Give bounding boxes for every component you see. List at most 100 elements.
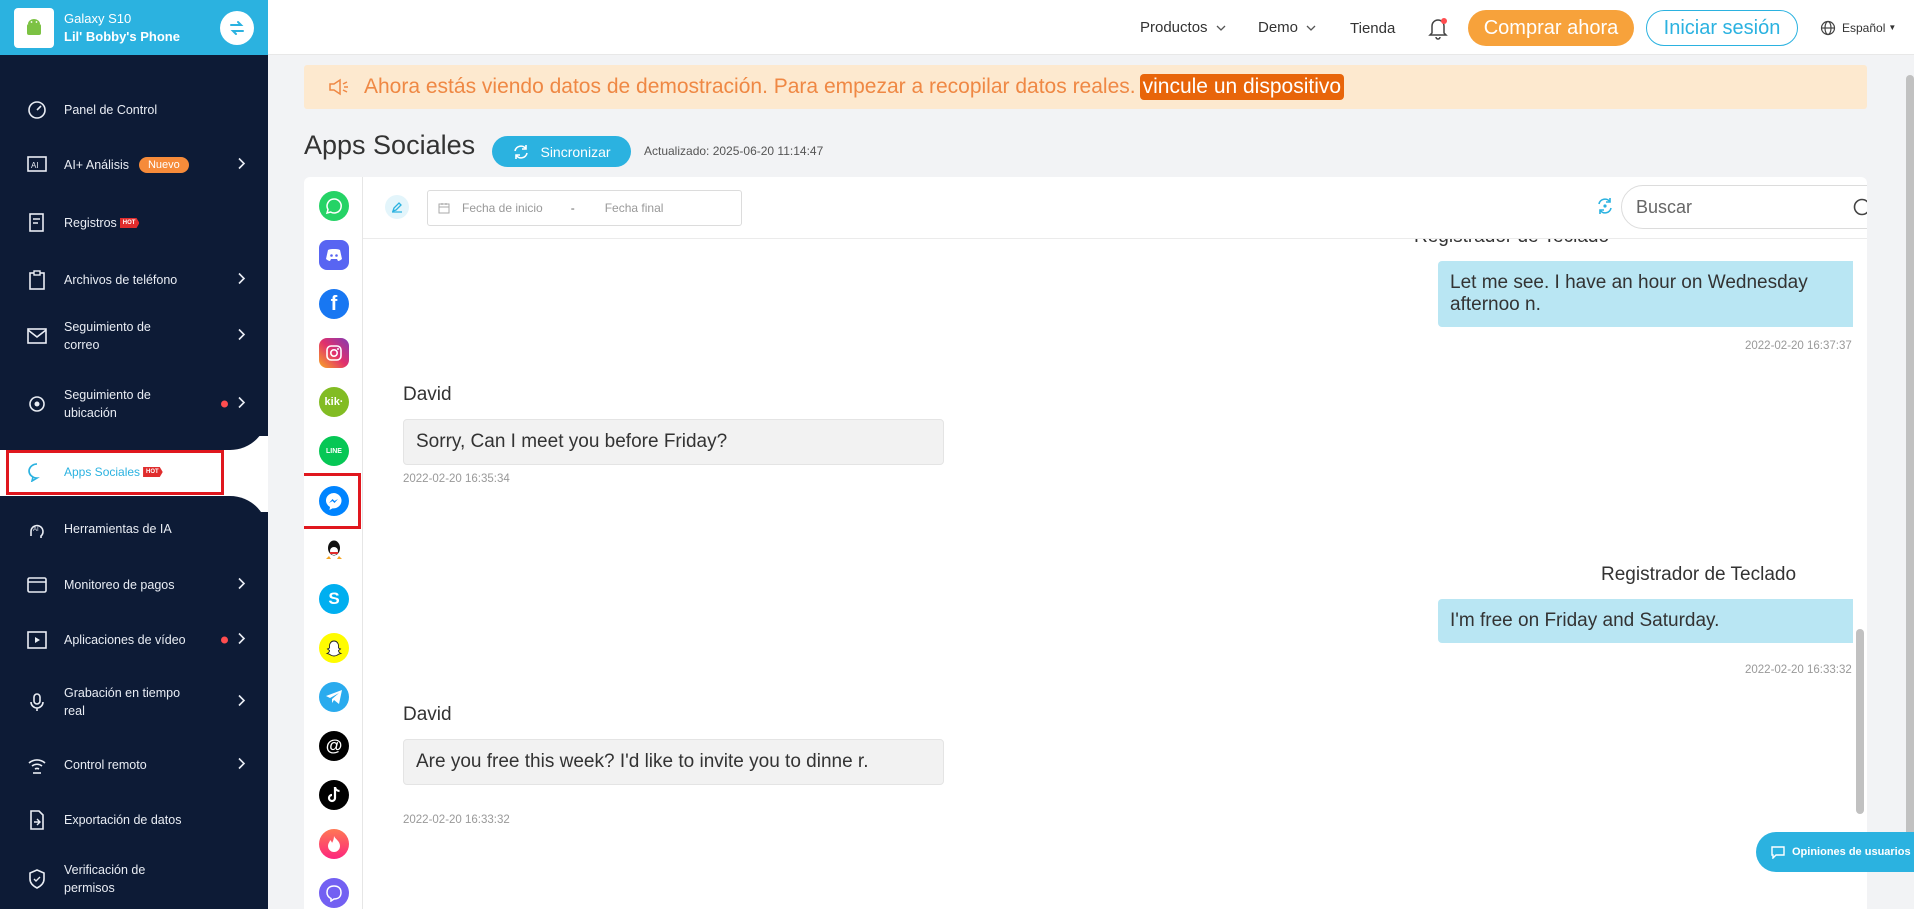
- snapchat-icon[interactable]: [319, 633, 349, 663]
- end-date-input[interactable]: Fecha final: [605, 201, 664, 215]
- chevron-down-icon: [1216, 25, 1226, 31]
- line-icon[interactable]: LINE: [319, 436, 349, 466]
- edit-icon[interactable]: [385, 195, 409, 219]
- chevron-down-icon: [1306, 25, 1316, 31]
- buy-now-button[interactable]: Comprar ahora: [1468, 10, 1634, 46]
- sidebar-item-permisos[interactable]: Verificación de permisos: [0, 854, 268, 904]
- sidebar-item-exportacion[interactable]: Exportación de datos: [0, 800, 268, 840]
- switch-device-icon[interactable]: [220, 10, 254, 45]
- message-bubble-outgoing: I'm free on Friday and Saturday.: [1438, 599, 1853, 643]
- message-bubble-incoming: Are you free this week? I'd like to invi…: [403, 739, 944, 785]
- tinder-icon[interactable]: [319, 829, 349, 859]
- message-timestamp: 2022-02-20 16:37:37: [1745, 340, 1852, 352]
- sidebar-item-label: Registros: [64, 216, 117, 230]
- products-label: Productos: [1140, 19, 1208, 36]
- filter-toolbar: Fecha de inicio - Fecha final: [363, 177, 1867, 239]
- store-link[interactable]: Tienda: [1350, 1, 1395, 56]
- ai-head-icon: AI: [26, 518, 48, 540]
- sidebar-item-control-remoto[interactable]: Control remoto: [0, 745, 268, 785]
- sidebar-item-ubicacion[interactable]: Seguimiento de ubicación: [0, 379, 268, 429]
- sidebar-item-grabacion[interactable]: Grabación en tiempo real: [0, 677, 268, 727]
- sidebar-item-herramientas-ia[interactable]: AI Herramientas de IA: [0, 509, 268, 549]
- chevron-right-icon: [238, 577, 246, 593]
- facebook-icon[interactable]: f: [319, 289, 349, 319]
- link-device-link[interactable]: vincule un dispositivo: [1139, 74, 1345, 100]
- kik-icon[interactable]: kik·: [319, 387, 349, 417]
- telegram-icon[interactable]: [319, 682, 349, 712]
- clipboard-icon: [26, 269, 48, 291]
- login-button[interactable]: Iniciar sesión: [1646, 10, 1798, 46]
- highlight-box: [304, 473, 361, 529]
- svg-text:AI: AI: [31, 161, 39, 170]
- instagram-icon[interactable]: [319, 338, 349, 368]
- credit-card-icon: [26, 574, 48, 596]
- chevron-right-icon: [238, 328, 246, 344]
- search-input[interactable]: [1636, 196, 1836, 218]
- threads-icon[interactable]: @: [319, 731, 349, 761]
- updated-timestamp: Actualizado: 2025-06-20 11:14:47: [644, 144, 824, 158]
- skype-icon[interactable]: S: [319, 584, 349, 614]
- sidebar-item-panel-de-control[interactable]: Panel de Control: [0, 90, 268, 130]
- device-header: Galaxy S10 Lil' Bobby's Phone: [0, 0, 268, 55]
- sidebar-item-correo[interactable]: Seguimiento de correo: [0, 311, 268, 361]
- sender-name: David: [403, 704, 452, 725]
- discord-icon[interactable]: [319, 240, 349, 270]
- sync-icon: [514, 144, 529, 159]
- range-separator: -: [570, 201, 575, 215]
- demo-menu[interactable]: Demo: [1258, 0, 1316, 55]
- feedback-button[interactable]: Opiniones de usuarios: [1756, 832, 1914, 872]
- tiktok-icon[interactable]: [319, 780, 349, 810]
- video-icon: [26, 629, 48, 651]
- bell-icon[interactable]: [1427, 0, 1449, 55]
- chat-scrollbar[interactable]: [1853, 239, 1867, 909]
- language-label: Español: [1842, 20, 1886, 35]
- chat-scroll-thumb[interactable]: [1856, 629, 1864, 814]
- document-icon: [26, 212, 48, 234]
- sidebar-item-label: Seguimiento de correo: [64, 320, 151, 352]
- sender-name: Registrador de Teclado: [1601, 564, 1797, 585]
- app-rail: f kik· LINE S @: [304, 177, 363, 909]
- chevron-right-icon: [238, 757, 246, 773]
- refresh-icon[interactable]: [1594, 195, 1616, 222]
- start-date-input[interactable]: Fecha de inicio: [462, 201, 543, 215]
- date-range-picker[interactable]: Fecha de inicio - Fecha final: [427, 190, 742, 226]
- sidebar-item-label: Verificación de permisos: [64, 863, 146, 895]
- language-selector[interactable]: Español ▼: [1820, 0, 1896, 55]
- products-menu[interactable]: Productos: [1140, 0, 1226, 55]
- sidebar-item-label: Herramientas de IA: [64, 522, 172, 536]
- wifi-icon: [26, 754, 48, 776]
- page-scrollbar[interactable]: [1906, 55, 1914, 909]
- device-name: Galaxy S10: [64, 10, 132, 26]
- message-timestamp: 2022-02-20 16:35:34: [403, 473, 510, 485]
- chevron-right-icon: [238, 396, 246, 412]
- svg-text:AI: AI: [33, 527, 39, 533]
- qq-icon[interactable]: [319, 535, 349, 565]
- sidebar-item-video[interactable]: Aplicaciones de vídeo: [0, 620, 268, 660]
- speaker-icon: [329, 78, 348, 96]
- caret-down-icon: ▼: [1888, 23, 1897, 32]
- sidebar-item-label: Panel de Control: [64, 103, 158, 117]
- sidebar-item-label: Monitoreo de pagos: [64, 578, 175, 592]
- sidebar-item-ai-analisis[interactable]: AI AI+ Análisis Nuevo: [0, 145, 268, 185]
- sync-label: Sincronizar: [540, 143, 611, 160]
- sidebar-item-registros[interactable]: Registros HOT: [0, 203, 268, 243]
- whatsapp-icon[interactable]: [319, 191, 349, 221]
- sidebar-item-archivos[interactable]: Archivos de teléfono: [0, 260, 268, 300]
- sidebar-item-pagos[interactable]: Monitoreo de pagos: [0, 565, 268, 605]
- message-timestamp: 2022-02-20 16:33:32: [403, 814, 510, 826]
- viber-icon[interactable]: [319, 878, 349, 908]
- sidebar-item-label: Archivos de teléfono: [64, 273, 178, 287]
- page-title: Apps Sociales: [304, 130, 476, 160]
- page-scroll-thumb[interactable]: [1906, 75, 1914, 845]
- shield-icon: [26, 868, 48, 890]
- search-icon[interactable]: [1852, 197, 1867, 219]
- feedback-label: Opiniones de usuarios: [1792, 846, 1911, 858]
- android-icon: [14, 7, 54, 48]
- sync-button[interactable]: Sincronizar: [492, 136, 631, 167]
- sidebar-item-label: Seguimiento de ubicación: [64, 388, 151, 420]
- microphone-icon: [26, 691, 48, 713]
- message-bubble-outgoing: Let me see. I have an hour on Wednesday …: [1438, 261, 1853, 327]
- notification-dot: [221, 400, 228, 408]
- message-bubble-incoming: Sorry, Can I meet you before Friday?: [403, 419, 944, 465]
- hot-badge: HOT: [119, 218, 140, 228]
